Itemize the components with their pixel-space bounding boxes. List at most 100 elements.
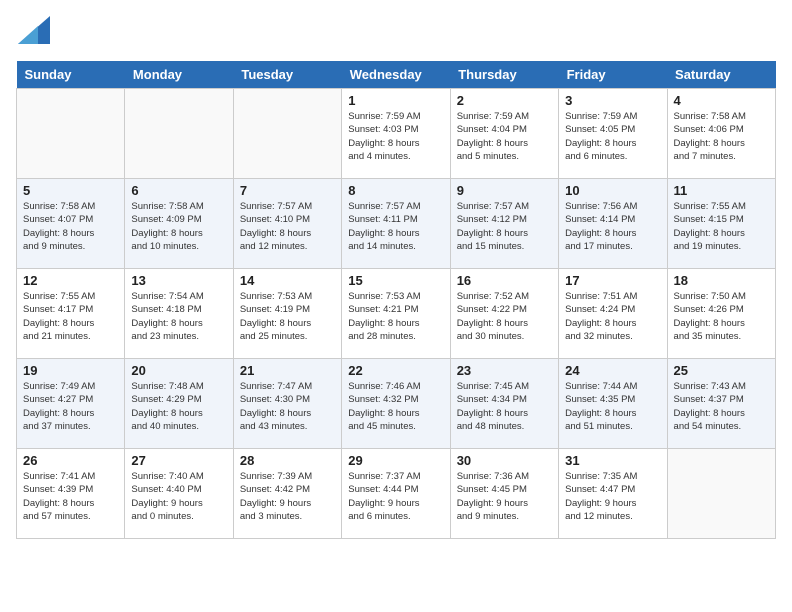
day-number: 24 [565, 363, 660, 378]
day-cell: 8 Sunrise: 7:57 AM Sunset: 4:11 PM Daylig… [342, 179, 450, 269]
week-row-5: 26 Sunrise: 7:41 AM Sunset: 4:39 PM Dayli… [17, 449, 776, 539]
day-cell: 2 Sunrise: 7:59 AM Sunset: 4:04 PM Daylig… [450, 89, 558, 179]
day-info: Sunrise: 7:50 AM Sunset: 4:26 PM Dayligh… [674, 290, 769, 343]
day-number: 18 [674, 273, 769, 288]
day-cell [17, 89, 125, 179]
day-cell: 30 Sunrise: 7:36 AM Sunset: 4:45 PM Dayli… [450, 449, 558, 539]
day-info: Sunrise: 7:35 AM Sunset: 4:47 PM Dayligh… [565, 470, 660, 523]
day-info: Sunrise: 7:53 AM Sunset: 4:21 PM Dayligh… [348, 290, 443, 343]
day-cell: 20 Sunrise: 7:48 AM Sunset: 4:29 PM Dayli… [125, 359, 233, 449]
day-number: 26 [23, 453, 118, 468]
day-info: Sunrise: 7:57 AM Sunset: 4:12 PM Dayligh… [457, 200, 552, 253]
day-number: 19 [23, 363, 118, 378]
week-row-1: 1 Sunrise: 7:59 AM Sunset: 4:03 PM Daylig… [17, 89, 776, 179]
day-info: Sunrise: 7:48 AM Sunset: 4:29 PM Dayligh… [131, 380, 226, 433]
day-info: Sunrise: 7:54 AM Sunset: 4:18 PM Dayligh… [131, 290, 226, 343]
day-info: Sunrise: 7:37 AM Sunset: 4:44 PM Dayligh… [348, 470, 443, 523]
day-number: 11 [674, 183, 769, 198]
day-cell: 9 Sunrise: 7:57 AM Sunset: 4:12 PM Daylig… [450, 179, 558, 269]
page-header [16, 16, 776, 49]
day-cell: 15 Sunrise: 7:53 AM Sunset: 4:21 PM Dayli… [342, 269, 450, 359]
day-info: Sunrise: 7:40 AM Sunset: 4:40 PM Dayligh… [131, 470, 226, 523]
day-cell: 1 Sunrise: 7:59 AM Sunset: 4:03 PM Daylig… [342, 89, 450, 179]
day-info: Sunrise: 7:46 AM Sunset: 4:32 PM Dayligh… [348, 380, 443, 433]
day-number: 10 [565, 183, 660, 198]
day-cell [233, 89, 341, 179]
day-number: 20 [131, 363, 226, 378]
day-cell: 11 Sunrise: 7:55 AM Sunset: 4:15 PM Dayli… [667, 179, 775, 269]
day-info: Sunrise: 7:36 AM Sunset: 4:45 PM Dayligh… [457, 470, 552, 523]
day-cell: 31 Sunrise: 7:35 AM Sunset: 4:47 PM Dayli… [559, 449, 667, 539]
day-header-sunday: Sunday [17, 61, 125, 89]
day-info: Sunrise: 7:49 AM Sunset: 4:27 PM Dayligh… [23, 380, 118, 433]
day-cell: 16 Sunrise: 7:52 AM Sunset: 4:22 PM Dayli… [450, 269, 558, 359]
day-cell [667, 449, 775, 539]
day-info: Sunrise: 7:59 AM Sunset: 4:03 PM Dayligh… [348, 110, 443, 163]
day-info: Sunrise: 7:58 AM Sunset: 4:07 PM Dayligh… [23, 200, 118, 253]
day-cell: 3Sunrise: 7:59 AM Sunset: 4:05 PM Daylig… [559, 89, 667, 179]
day-number: 23 [457, 363, 552, 378]
day-cell: 29Sunrise: 7:37 AM Sunset: 4:44 PM Dayli… [342, 449, 450, 539]
day-cell: 14 Sunrise: 7:53 AM Sunset: 4:19 PM Dayli… [233, 269, 341, 359]
day-header-wednesday: Wednesday [342, 61, 450, 89]
day-number: 17 [565, 273, 660, 288]
day-info: Sunrise: 7:39 AM Sunset: 4:42 PM Dayligh… [240, 470, 335, 523]
day-number: 1 [348, 93, 443, 108]
days-of-week-row: SundayMondayTuesdayWednesdayThursdayFrid… [17, 61, 776, 89]
day-info: Sunrise: 7:55 AM Sunset: 4:17 PM Dayligh… [23, 290, 118, 343]
week-row-3: 12Sunrise: 7:55 AM Sunset: 4:17 PM Dayli… [17, 269, 776, 359]
day-cell: 23Sunrise: 7:45 AM Sunset: 4:34 PM Dayli… [450, 359, 558, 449]
day-cell: 12Sunrise: 7:55 AM Sunset: 4:17 PM Dayli… [17, 269, 125, 359]
week-row-4: 19 Sunrise: 7:49 AM Sunset: 4:27 PM Dayli… [17, 359, 776, 449]
day-number: 28 [240, 453, 335, 468]
day-info: Sunrise: 7:44 AM Sunset: 4:35 PM Dayligh… [565, 380, 660, 433]
day-number: 7 [240, 183, 335, 198]
day-cell: 4Sunrise: 7:58 AM Sunset: 4:06 PM Daylig… [667, 89, 775, 179]
day-cell: 5Sunrise: 7:58 AM Sunset: 4:07 PM Daylig… [17, 179, 125, 269]
day-info: Sunrise: 7:55 AM Sunset: 4:15 PM Dayligh… [674, 200, 769, 253]
day-number: 21 [240, 363, 335, 378]
day-cell: 7Sunrise: 7:57 AM Sunset: 4:10 PM Daylig… [233, 179, 341, 269]
day-info: Sunrise: 7:41 AM Sunset: 4:39 PM Dayligh… [23, 470, 118, 523]
day-info: Sunrise: 7:51 AM Sunset: 4:24 PM Dayligh… [565, 290, 660, 343]
day-number: 15 [348, 273, 443, 288]
day-number: 22 [348, 363, 443, 378]
day-header-monday: Monday [125, 61, 233, 89]
day-info: Sunrise: 7:52 AM Sunset: 4:22 PM Dayligh… [457, 290, 552, 343]
day-info: Sunrise: 7:43 AM Sunset: 4:37 PM Dayligh… [674, 380, 769, 433]
day-info: Sunrise: 7:53 AM Sunset: 4:19 PM Dayligh… [240, 290, 335, 343]
day-cell: 28 Sunrise: 7:39 AM Sunset: 4:42 PM Dayli… [233, 449, 341, 539]
day-number: 30 [457, 453, 552, 468]
day-number: 6 [131, 183, 226, 198]
day-cell: 10 Sunrise: 7:56 AM Sunset: 4:14 PM Dayli… [559, 179, 667, 269]
day-cell: 18 Sunrise: 7:50 AM Sunset: 4:26 PM Dayli… [667, 269, 775, 359]
day-header-saturday: Saturday [667, 61, 775, 89]
day-header-thursday: Thursday [450, 61, 558, 89]
day-info: Sunrise: 7:58 AM Sunset: 4:09 PM Dayligh… [131, 200, 226, 253]
day-info: Sunrise: 7:57 AM Sunset: 4:11 PM Dayligh… [348, 200, 443, 253]
day-cell [125, 89, 233, 179]
day-number: 16 [457, 273, 552, 288]
day-info: Sunrise: 7:59 AM Sunset: 4:04 PM Dayligh… [457, 110, 552, 163]
day-header-tuesday: Tuesday [233, 61, 341, 89]
day-number: 8 [348, 183, 443, 198]
day-cell: 26 Sunrise: 7:41 AM Sunset: 4:39 PM Dayli… [17, 449, 125, 539]
day-number: 4 [674, 93, 769, 108]
day-cell: 22 Sunrise: 7:46 AM Sunset: 4:32 PM Dayli… [342, 359, 450, 449]
day-number: 9 [457, 183, 552, 198]
day-cell: 13 Sunrise: 7:54 AM Sunset: 4:18 PM Dayli… [125, 269, 233, 359]
day-number: 2 [457, 93, 552, 108]
day-number: 14 [240, 273, 335, 288]
day-cell: 25Sunrise: 7:43 AM Sunset: 4:37 PM Dayli… [667, 359, 775, 449]
day-number: 31 [565, 453, 660, 468]
day-info: Sunrise: 7:47 AM Sunset: 4:30 PM Dayligh… [240, 380, 335, 433]
week-row-2: 5Sunrise: 7:58 AM Sunset: 4:07 PM Daylig… [17, 179, 776, 269]
day-info: Sunrise: 7:56 AM Sunset: 4:14 PM Dayligh… [565, 200, 660, 253]
logo-wordmark [16, 16, 50, 49]
day-number: 27 [131, 453, 226, 468]
day-number: 3 [565, 93, 660, 108]
day-cell: 19 Sunrise: 7:49 AM Sunset: 4:27 PM Dayli… [17, 359, 125, 449]
day-cell: 27 Sunrise: 7:40 AM Sunset: 4:40 PM Dayli… [125, 449, 233, 539]
day-number: 13 [131, 273, 226, 288]
day-cell: 24 Sunrise: 7:44 AM Sunset: 4:35 PM Dayli… [559, 359, 667, 449]
